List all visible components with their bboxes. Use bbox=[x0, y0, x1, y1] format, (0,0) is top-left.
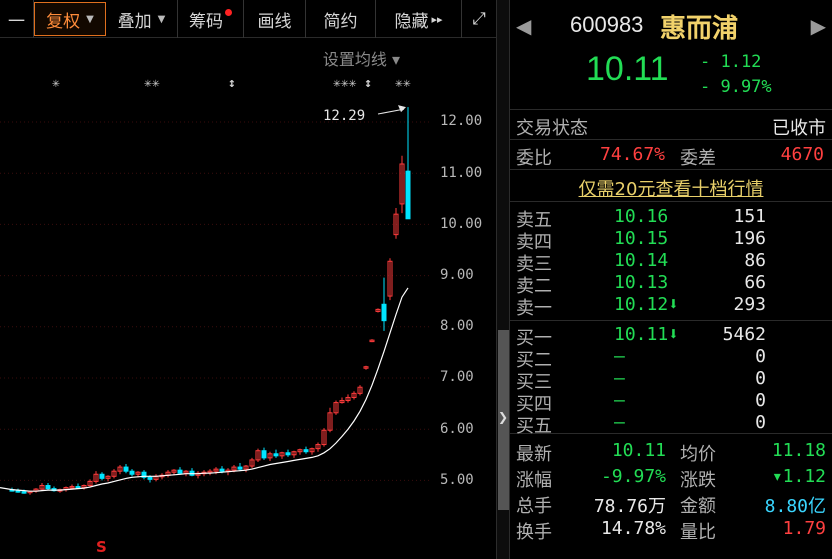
toolbar-simple-button[interactable]: 简约 bbox=[306, 0, 376, 38]
ask-row: 卖一 10.12⬇ 293 bbox=[516, 294, 766, 319]
toolbar-chips-button[interactable]: 筹码 bbox=[178, 0, 244, 38]
high-price-label: 12.29 bbox=[323, 108, 366, 124]
last-price: 10.11 bbox=[586, 50, 669, 88]
double-arrow-right-icon: ▸▸ bbox=[431, 12, 443, 26]
price-axis-label: 8.00 bbox=[440, 318, 474, 334]
toolbar-period-button[interactable]: 一 bbox=[0, 0, 34, 38]
stock-header: ◀ 600983 惠而浦 ▶ 10.11 - 1.12 - 9.97% bbox=[510, 0, 832, 110]
notification-dot-icon bbox=[225, 8, 232, 16]
trade-status-value: 已收市 bbox=[772, 118, 826, 139]
ma-setting-button[interactable]: 设置均线 ▾ bbox=[323, 46, 400, 70]
fullscreen-button[interactable]: ⤢ bbox=[462, 0, 496, 38]
chevron-down-icon: ▼ bbox=[86, 13, 94, 25]
kline-chart[interactable]: 设置均线 ▾ ✳ ✳✳ ↕ ✳✳✳ ↕ ✳✳ 12.29 12.00 11.00… bbox=[0, 38, 496, 559]
ask-row: 卖三 10.14 86 bbox=[516, 250, 766, 275]
kline-svg[interactable] bbox=[0, 38, 496, 559]
weibi-row: 委比 74.67% 委差 4670 bbox=[510, 140, 832, 170]
price-change-pct: - 9.97% bbox=[700, 77, 772, 97]
chart-toolbar: 一 复权 ▼ 叠加 ▼ 筹码 画线 简约 隐藏 ▸▸ ⤢ bbox=[0, 0, 496, 38]
trade-status-label: 交易状态 bbox=[516, 118, 588, 139]
event-marker[interactable]: ✳✳✳ ↕ bbox=[333, 76, 372, 91]
fullscreen-icon: ⤢ bbox=[472, 9, 486, 29]
price-axis-label: 12.00 bbox=[440, 113, 483, 129]
stock-code: 600983 bbox=[570, 12, 644, 37]
price-axis-label: 6.00 bbox=[440, 421, 474, 437]
ask-row: 卖四 10.15 196 bbox=[516, 228, 766, 253]
bid-row: 买一 10.11⬇ 5462 bbox=[516, 324, 766, 349]
price-axis-label: 5.00 bbox=[440, 472, 474, 488]
weibi-label: 委比 bbox=[516, 148, 552, 169]
price-axis-label: 11.00 bbox=[440, 165, 483, 181]
candle-body bbox=[177, 469, 183, 474]
bid-row: 买四 — 0 bbox=[516, 390, 766, 415]
candle-body bbox=[123, 466, 129, 472]
event-marker[interactable]: ✳✳ bbox=[144, 76, 160, 91]
bid-row: 买二 — 0 bbox=[516, 346, 766, 371]
price-axis-label: 10.00 bbox=[440, 216, 483, 232]
toolbar-fuquan-dropdown[interactable]: 复权 ▼ bbox=[34, 2, 106, 36]
candle-body bbox=[219, 468, 225, 472]
trade-status-row: 交易状态 已收市 bbox=[510, 110, 832, 140]
candle-body bbox=[285, 452, 291, 456]
candle-body bbox=[273, 453, 279, 457]
candle-body bbox=[99, 473, 105, 479]
candle-body bbox=[75, 486, 81, 489]
stat-row: 总手 78.76万 金额 8.80亿 bbox=[516, 496, 826, 517]
ask-row: 卖五 10.16 151 bbox=[516, 206, 766, 231]
event-marker[interactable]: ✳✳ bbox=[395, 76, 411, 91]
toolbar-overlay-dropdown[interactable]: 叠加 ▼ bbox=[106, 0, 178, 38]
candle-body bbox=[21, 491, 27, 494]
candle-body bbox=[303, 449, 309, 453]
weibi-value: 74.67% bbox=[600, 144, 666, 165]
candle-body bbox=[147, 476, 153, 480]
stat-row: 最新 10.11 均价 11.18 bbox=[516, 440, 826, 465]
candle-body bbox=[381, 303, 387, 322]
price-change: - 1.12 bbox=[700, 52, 762, 72]
price-axis-label: 7.00 bbox=[440, 369, 474, 385]
candle-body bbox=[15, 490, 21, 493]
price-axis-label: 9.00 bbox=[440, 267, 474, 283]
prev-stock-icon[interactable]: ◀ bbox=[516, 14, 531, 38]
stat-row: 换手 14.78% 量比 1.79 bbox=[516, 518, 826, 543]
collapse-arrow-icon[interactable]: ❯ bbox=[497, 410, 509, 424]
toolbar-hide-button[interactable]: 隐藏 ▸▸ bbox=[376, 0, 462, 38]
bid-row: 买三 — 0 bbox=[516, 368, 766, 393]
weicha-value: 4670 bbox=[780, 144, 824, 165]
bid-row: 买五 — 0 bbox=[516, 412, 766, 437]
event-marker[interactable]: ✳ bbox=[52, 76, 60, 91]
order-book: 卖五 10.16 151 卖四 10.15 196 卖三 10.14 86 卖二… bbox=[510, 202, 832, 437]
ask-row: 卖二 10.13 66 bbox=[516, 272, 766, 297]
chevron-down-icon: ▼ bbox=[157, 13, 166, 25]
toolbar-drawline-button[interactable]: 画线 bbox=[244, 0, 306, 38]
ma-line bbox=[11, 287, 409, 492]
ma-line-start bbox=[0, 487, 13, 491]
quote-stats: 最新 10.11 均价 11.18 涨幅 -9.97% 涨跌 ▾1.12 总手 … bbox=[510, 434, 832, 544]
stat-row: 涨幅 -9.97% 涨跌 ▾1.12 bbox=[516, 466, 826, 491]
candle-body bbox=[45, 485, 51, 490]
book-divider bbox=[510, 320, 832, 321]
event-marker[interactable]: ↕ bbox=[228, 76, 236, 91]
panel-splitter[interactable]: ❯ bbox=[496, 0, 510, 559]
candle-body bbox=[405, 170, 411, 220]
quote-panel: ◀ 600983 惠而浦 ▶ 10.11 - 1.12 - 9.97% 交易状态… bbox=[510, 0, 832, 559]
high-pointer-arrow bbox=[398, 105, 406, 113]
candle-body bbox=[237, 466, 243, 470]
next-stock-icon[interactable]: ▶ bbox=[811, 14, 826, 38]
candle-body bbox=[261, 450, 267, 459]
weicha-label: 委差 bbox=[680, 148, 716, 169]
ten-level-quote-link[interactable]: 仅需20元查看十档行情 bbox=[510, 170, 832, 202]
sell-signal-icon[interactable]: S bbox=[96, 538, 107, 556]
candle-body bbox=[129, 470, 135, 475]
stock-name: 惠而浦 bbox=[660, 14, 739, 44]
